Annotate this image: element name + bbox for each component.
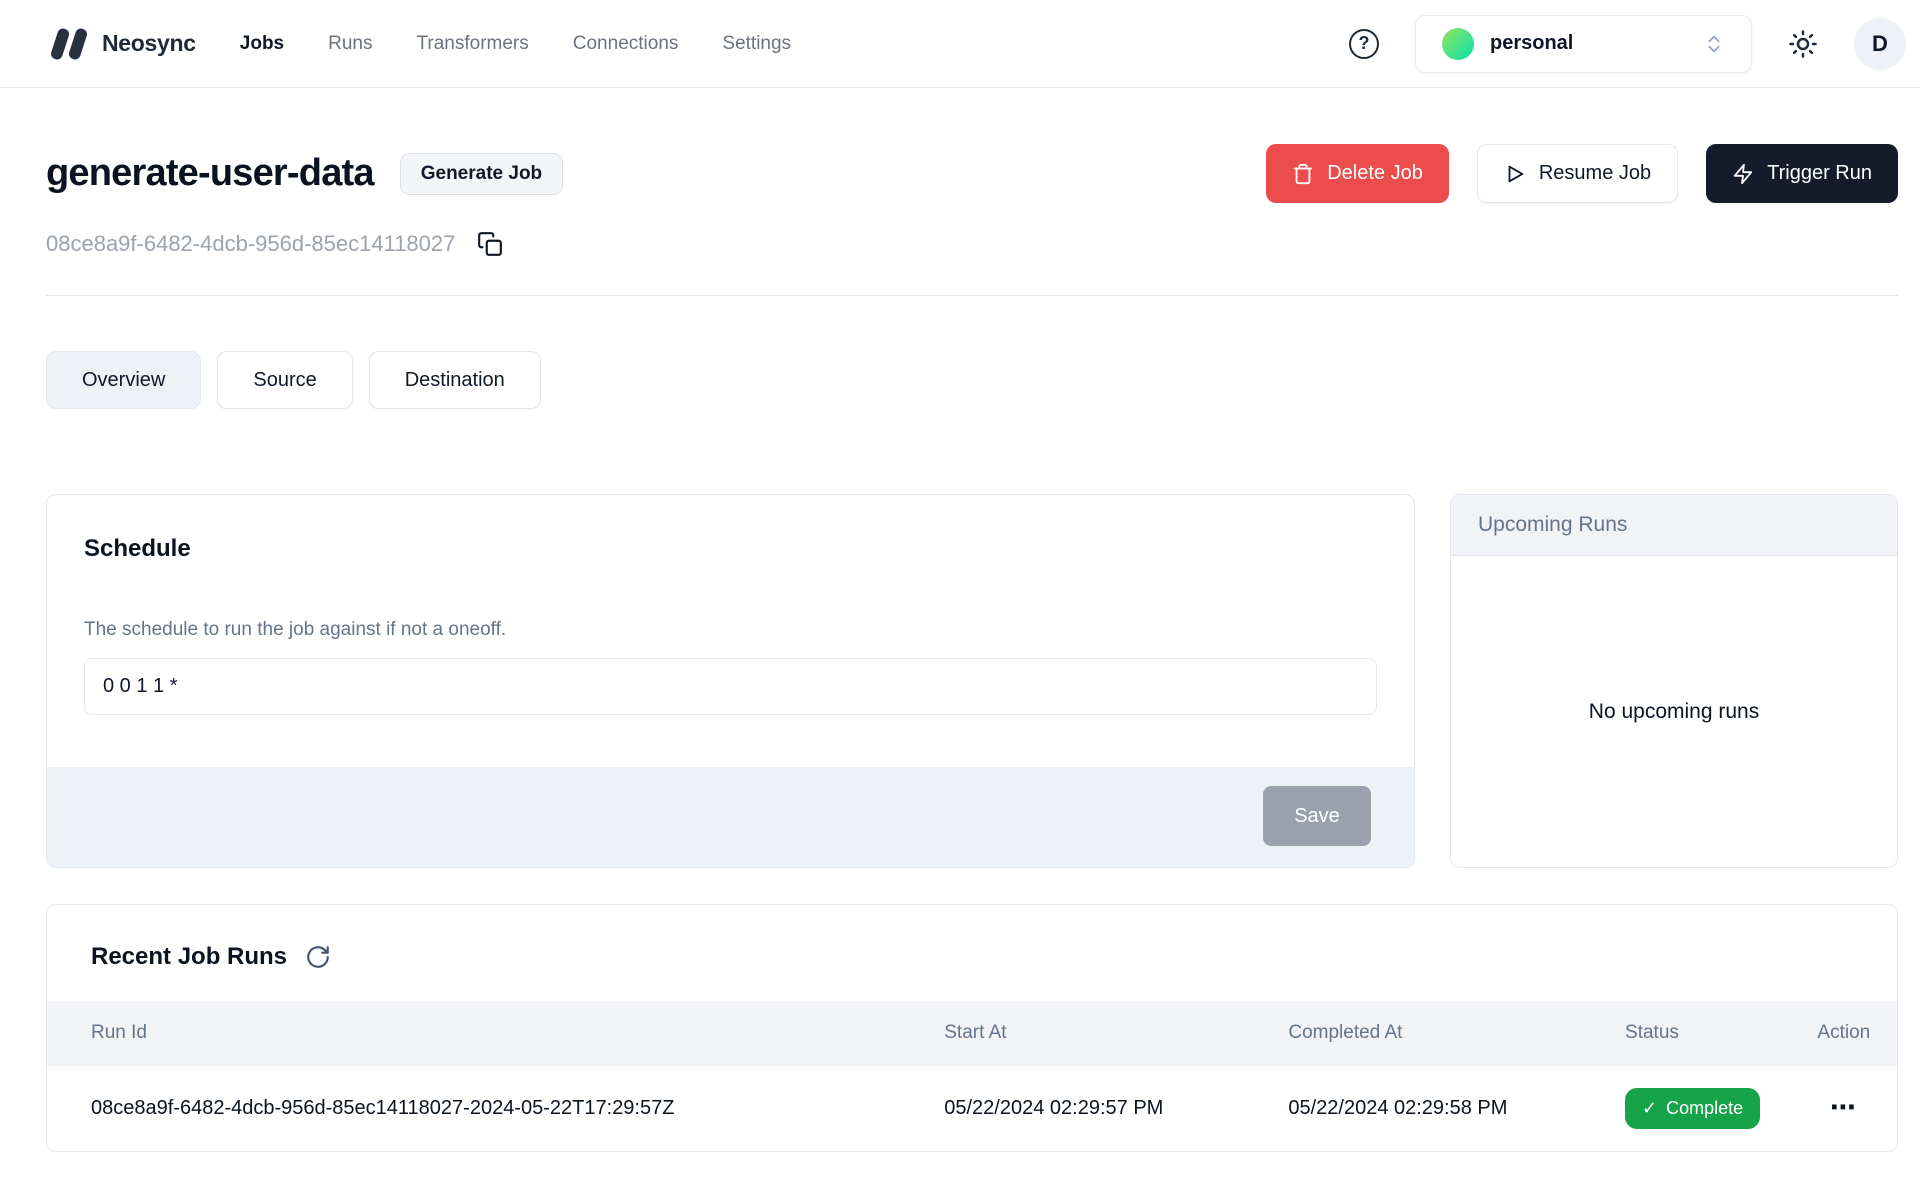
user-avatar[interactable]: D <box>1854 18 1906 70</box>
resume-job-label: Resume Job <box>1539 162 1651 185</box>
completed-at-cell: 05/22/2024 02:29:58 PM <box>1288 1065 1625 1151</box>
schedule-card: Schedule The schedule to run the job aga… <box>46 494 1415 868</box>
page-header: generate-user-data Generate Job Delete J… <box>46 144 1898 203</box>
column-header-action: Action <box>1817 1001 1897 1065</box>
header-divider <box>46 295 1898 296</box>
resume-job-button[interactable]: Resume Job <box>1477 144 1678 203</box>
status-badge: ✓ Complete <box>1625 1088 1760 1129</box>
nav-item-jobs[interactable]: Jobs <box>240 33 284 55</box>
status-label: Complete <box>1666 1098 1743 1119</box>
play-icon <box>1504 163 1526 185</box>
refresh-icon[interactable] <box>305 944 331 970</box>
recent-job-runs-card: Recent Job Runs Run Id Start At Complete… <box>46 904 1898 1152</box>
account-name: personal <box>1490 32 1573 55</box>
chevron-up-down-icon <box>1703 33 1725 55</box>
theme-toggle-sun-icon[interactable] <box>1788 29 1818 59</box>
trash-icon <box>1292 163 1314 185</box>
brand-name: Neosync <box>102 30 196 57</box>
delete-job-button[interactable]: Delete Job <box>1266 144 1449 203</box>
nav-item-runs[interactable]: Runs <box>328 33 372 55</box>
column-header-start-at: Start At <box>944 1001 1288 1065</box>
tab-destination[interactable]: Destination <box>369 351 541 409</box>
more-actions-icon[interactable]: ⋯ <box>1830 1094 1857 1120</box>
delete-job-label: Delete Job <box>1327 162 1423 185</box>
help-icon[interactable]: ? <box>1349 29 1379 59</box>
schedule-title: Schedule <box>84 535 1377 563</box>
main-nav: Jobs Runs Transformers Connections Setti… <box>240 33 791 55</box>
check-icon: ✓ <box>1642 1098 1657 1119</box>
job-type-badge: Generate Job <box>400 153 563 195</box>
account-avatar <box>1442 28 1474 60</box>
neosync-logo-icon <box>50 26 88 62</box>
column-header-status: Status <box>1625 1001 1817 1065</box>
lightning-bolt-icon <box>1732 163 1754 185</box>
trigger-run-button[interactable]: Trigger Run <box>1706 144 1898 203</box>
trigger-run-label: Trigger Run <box>1767 162 1872 185</box>
copy-icon[interactable] <box>477 231 503 257</box>
content-row: Schedule The schedule to run the job aga… <box>46 494 1898 868</box>
recent-job-runs-header: Recent Job Runs <box>47 905 1897 1001</box>
nav-item-transformers[interactable]: Transformers <box>417 33 529 55</box>
start-at-cell: 05/22/2024 02:29:57 PM <box>944 1065 1288 1151</box>
job-runs-table: Run Id Start At Completed At Status Acti… <box>47 1001 1897 1151</box>
job-id: 08ce8a9f-6482-4dcb-956d-85ec14118027 <box>46 231 455 257</box>
navbar-right: ? personal D <box>1349 15 1906 73</box>
nav-item-connections[interactable]: Connections <box>573 33 679 55</box>
schedule-description: The schedule to run the job against if n… <box>84 619 1377 641</box>
column-header-run-id: Run Id <box>47 1001 944 1065</box>
top-navbar: Neosync Jobs Runs Transformers Connectio… <box>0 0 1920 88</box>
upcoming-runs-title: Upcoming Runs <box>1451 495 1897 556</box>
job-id-row: 08ce8a9f-6482-4dcb-956d-85ec14118027 <box>46 231 1898 257</box>
recent-job-runs-title: Recent Job Runs <box>91 943 287 971</box>
brand[interactable]: Neosync <box>50 26 196 62</box>
header-buttons: Delete Job Resume Job Trigger Run <box>1266 144 1898 203</box>
nav-item-settings[interactable]: Settings <box>722 33 791 55</box>
tab-bar: Overview Source Destination <box>46 351 1898 409</box>
run-id-cell: 08ce8a9f-6482-4dcb-956d-85ec14118027-202… <box>47 1065 944 1151</box>
schedule-card-body: Schedule The schedule to run the job aga… <box>47 495 1414 767</box>
upcoming-runs-card: Upcoming Runs No upcoming runs <box>1450 494 1898 868</box>
page-title: generate-user-data <box>46 152 374 195</box>
account-switcher[interactable]: personal <box>1415 15 1752 73</box>
column-header-completed-at: Completed At <box>1288 1001 1625 1065</box>
schedule-card-footer: Save <box>47 767 1414 867</box>
cron-schedule-input[interactable] <box>84 658 1377 715</box>
page-main: generate-user-data Generate Job Delete J… <box>0 88 1920 1152</box>
upcoming-runs-empty-state: No upcoming runs <box>1451 556 1897 867</box>
tab-source[interactable]: Source <box>217 351 352 409</box>
table-row[interactable]: 08ce8a9f-6482-4dcb-956d-85ec14118027-202… <box>47 1065 1897 1151</box>
table-header-row: Run Id Start At Completed At Status Acti… <box>47 1001 1897 1065</box>
tab-overview[interactable]: Overview <box>46 351 201 409</box>
status-cell: ✓ Complete <box>1625 1065 1817 1151</box>
save-button[interactable]: Save <box>1263 786 1371 846</box>
action-cell: ⋯ <box>1817 1065 1897 1151</box>
